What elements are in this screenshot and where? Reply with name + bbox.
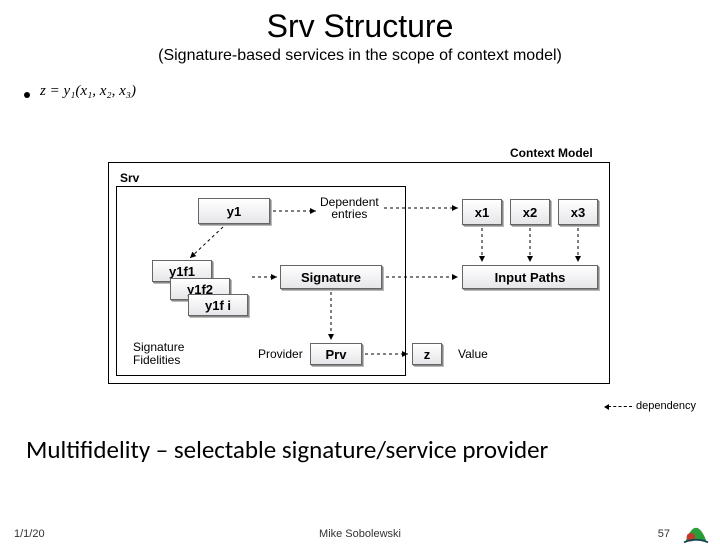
node-x3: x3	[558, 199, 598, 225]
node-x2: x2	[510, 199, 550, 225]
node-prv: Prv	[310, 343, 362, 365]
node-input-paths: Input Paths	[462, 265, 598, 289]
srv-label: Srv	[120, 171, 139, 185]
node-y1fi: y1f i	[188, 294, 248, 316]
signature-fidelities-label: Signature Fidelities	[133, 341, 184, 367]
node-signature: Signature	[280, 265, 382, 289]
node-z: z	[412, 343, 442, 365]
dependency-legend-label: dependency	[636, 400, 696, 412]
formula-text: z = y₁(x₁, x₂, x₃)	[40, 83, 136, 100]
slide-title: Srv Structure	[0, 8, 720, 45]
tagline: Multifidelity – selectable signature/ser…	[26, 434, 548, 465]
context-model-label: Context Model	[510, 146, 593, 160]
dependency-arrow-icon	[608, 406, 632, 407]
footer-author: Mike Sobolewski	[0, 528, 720, 540]
logo-icon	[682, 520, 710, 544]
dependent-entries-label: Dependent entries	[320, 196, 379, 220]
bullet-icon	[24, 92, 30, 98]
provider-label: Provider	[258, 347, 303, 361]
slide-subtitle: (Signature-based services in the scope o…	[0, 47, 720, 65]
footer-page-number: 57	[658, 528, 670, 540]
node-x1: x1	[462, 199, 502, 225]
value-label: Value	[458, 347, 488, 361]
node-y1: y1	[198, 198, 270, 224]
